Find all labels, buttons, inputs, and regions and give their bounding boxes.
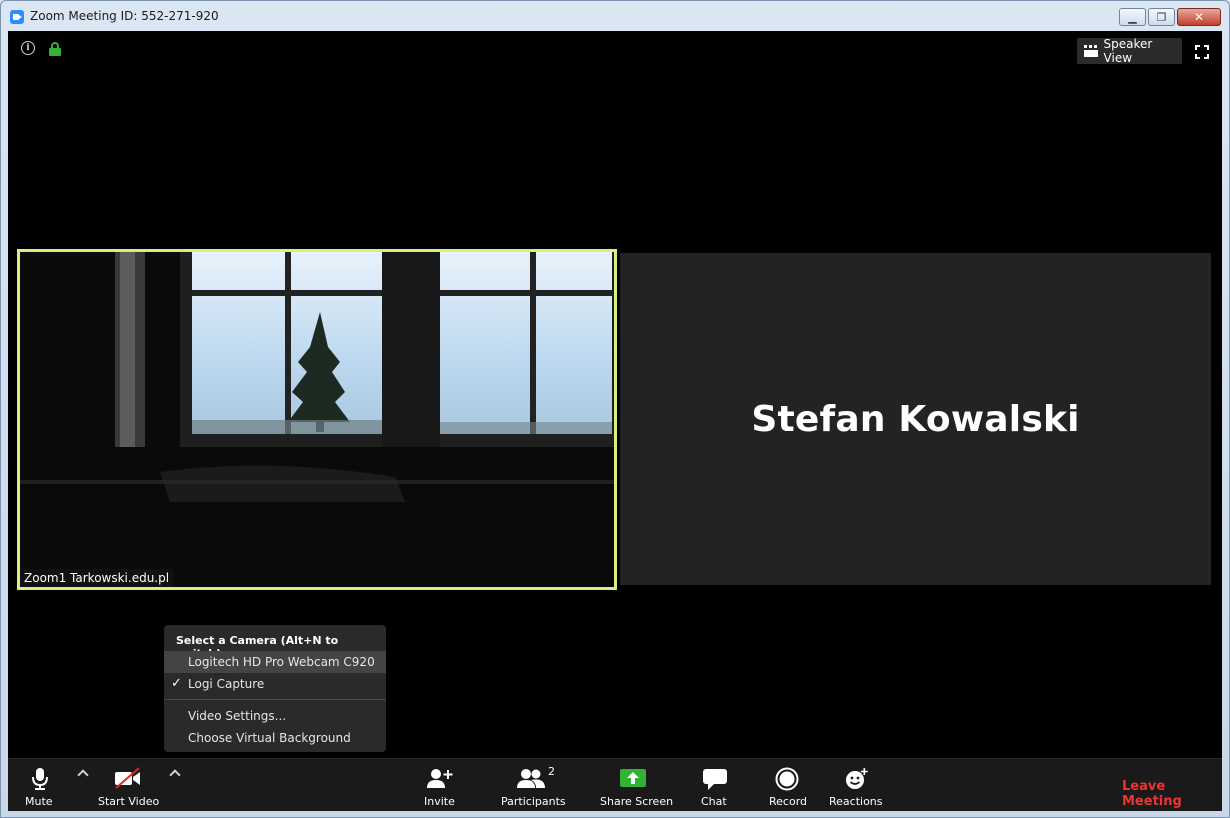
menu-item-label: Choose Virtual Background [188, 731, 351, 745]
video-off-icon [115, 767, 140, 789]
share-screen-button[interactable]: Share Screen [599, 759, 673, 811]
camera-option-logi-capture[interactable]: ✓ Logi Capture [164, 673, 386, 695]
camera-feed [20, 252, 614, 587]
reactions-button[interactable]: Reactions [828, 759, 883, 811]
participants-label: Participants [501, 795, 566, 808]
record-icon [775, 767, 799, 791]
chat-label: Chat [701, 795, 727, 808]
lock-icon[interactable] [49, 42, 61, 56]
meeting-toolbar: Mute Start Video Invite 2 Participants S… [8, 758, 1222, 811]
participants-button[interactable]: 2 Participants [500, 759, 566, 811]
camera-option-label: Logi Capture [188, 677, 265, 691]
fullscreen-icon[interactable] [1195, 45, 1209, 59]
checkmark-icon: ✓ [171, 676, 182, 691]
add-user-icon [427, 769, 453, 788]
zoom-window: Zoom Meeting ID: 552-271-920 ▁ ❐ ✕ i Spe… [0, 0, 1230, 818]
chat-bubble-icon [703, 769, 727, 790]
close-button[interactable]: ✕ [1177, 8, 1221, 26]
invite-button[interactable]: Invite [421, 759, 457, 811]
video-settings-item[interactable]: Video Settings... [164, 705, 386, 727]
close-icon: ✕ [1193, 10, 1205, 24]
minimize-button[interactable]: ▁ [1119, 8, 1146, 26]
camera-option-logitech-c920[interactable]: Logitech HD Pro Webcam C920 [164, 651, 386, 673]
info-icon[interactable]: i [21, 41, 35, 55]
mute-label: Mute [25, 795, 53, 808]
window-title: Zoom Meeting ID: 552-271-920 [30, 9, 219, 23]
title-bar[interactable]: Zoom Meeting ID: 552-271-920 ▁ ❐ ✕ [1, 1, 1229, 31]
smiley-add-icon [846, 768, 868, 789]
remote-video-tile[interactable]: Stefan Kowalski [620, 253, 1211, 585]
invite-label: Invite [424, 795, 455, 808]
remote-participant-name: Stefan Kowalski [751, 398, 1080, 440]
audio-options-chevron-icon[interactable] [77, 769, 89, 781]
record-button[interactable]: Record [767, 759, 807, 811]
virtual-background-item[interactable]: Choose Virtual Background [164, 727, 386, 749]
camera-option-label: Logitech HD Pro Webcam C920 [188, 655, 375, 669]
self-video-tile[interactable]: Zoom1 Tarkowski.edu.pl [17, 249, 617, 590]
minimize-icon: ▁ [1128, 10, 1137, 24]
speaker-view-icon [1084, 45, 1098, 57]
menu-item-label: Video Settings... [188, 709, 287, 723]
restore-icon: ❐ [1156, 10, 1167, 24]
menu-divider [164, 699, 386, 700]
window-controls: ▁ ❐ ✕ [1119, 8, 1221, 26]
meeting-area: i Speaker View Zoom1 Tarkowski.edu.pl St… [8, 31, 1222, 811]
share-screen-icon [620, 769, 646, 787]
mute-button[interactable]: Mute [22, 759, 58, 811]
microphone-icon [32, 768, 48, 790]
self-name-tag: Zoom1 Tarkowski.edu.pl [20, 569, 174, 587]
reactions-label: Reactions [829, 795, 883, 808]
zoom-app-icon [10, 10, 24, 24]
speaker-view-button[interactable]: Speaker View [1077, 37, 1182, 65]
start-video-label: Start Video [98, 795, 160, 808]
share-screen-label: Share Screen [600, 795, 674, 808]
restore-button[interactable]: ❐ [1148, 8, 1175, 26]
record-label: Record [769, 795, 808, 808]
leave-meeting-button[interactable]: Leave Meeting [1122, 779, 1222, 809]
video-options-chevron-icon[interactable] [169, 769, 181, 781]
chat-button[interactable]: Chat [700, 759, 730, 811]
participants-count: 2 [548, 765, 555, 778]
participants-icon [517, 769, 545, 788]
camera-select-menu: Select a Camera (Alt+N to switch) Logite… [164, 625, 386, 752]
speaker-view-label: Speaker View [1103, 37, 1153, 65]
start-video-button[interactable]: Start Video [96, 759, 160, 811]
